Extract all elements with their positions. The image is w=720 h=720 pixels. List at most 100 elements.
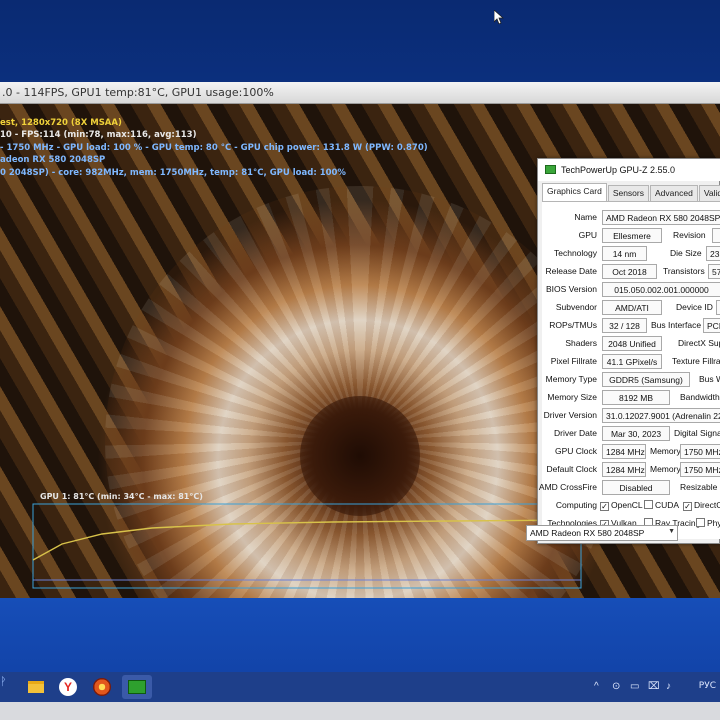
row-computing: Computing ✓OpenCL CUDA ✓DirectComp xyxy=(542,498,720,514)
row-release-date: Release Date Oct 2018 Transistors 57 xyxy=(542,264,720,280)
gpu-clock-value: 1284 MHz xyxy=(602,444,646,459)
osd-gpu-clocks: 0 2048SP) - core: 982MHz, mem: 1750MHz, … xyxy=(0,168,346,178)
fur-donut-center xyxy=(300,396,420,516)
row-driver-version: Driver Version 31.0.12027.9001 (Adrenali… xyxy=(542,408,720,424)
default-memory-value: 1750 MHz xyxy=(680,462,720,477)
temperature-graph-line xyxy=(32,519,582,561)
check-mark-icon: ✓ xyxy=(600,502,609,511)
transistors-label: Transistors xyxy=(663,266,705,276)
driver-date-value: Mar 30, 2023 xyxy=(602,426,670,441)
name-label: Name xyxy=(574,212,597,222)
directcompute-label: DirectComp xyxy=(694,500,720,510)
gpuz-window[interactable]: TechPowerUp GPU-Z 2.55.0 Graphics Card Se… xyxy=(537,158,720,544)
default-clock-value: 1284 MHz xyxy=(602,462,646,477)
directx-support-label: DirectX Sup xyxy=(678,338,720,348)
check-mark-icon: ✓ xyxy=(683,502,692,511)
row-pixel-fillrate: Pixel Fillrate 41.1 GPixel/s Texture Fil… xyxy=(542,354,720,370)
network-icon[interactable]: ⌧ xyxy=(648,681,660,692)
folder-icon xyxy=(28,681,44,693)
gpu-label: GPU xyxy=(578,230,597,240)
mouse-cursor-icon xyxy=(494,10,504,24)
gpuz-icon xyxy=(128,680,146,694)
release-date-value: Oct 2018 xyxy=(602,264,657,279)
row-rops-tmus: ROPs/TMUs 32 / 128 Bus Interface PCIe xyxy=(542,318,720,334)
technology-label: Technology xyxy=(553,248,597,258)
subvendor-value: AMD/ATI xyxy=(602,300,662,315)
language-indicator[interactable]: РУС xyxy=(699,681,716,691)
die-size-value: 23 xyxy=(706,246,720,261)
gpuz-graphics-card-panel: Name AMD Radeon RX 580 2048SP GPU Ellesm… xyxy=(538,201,720,539)
tray-app-icon[interactable]: ⊙ xyxy=(612,681,620,692)
row-memory-type: Memory Type GDDR5 (Samsung) Bus W xyxy=(542,372,720,388)
opencl-label: OpenCL xyxy=(611,500,643,510)
row-name: Name AMD Radeon RX 580 2048SP xyxy=(542,210,720,226)
device-id-value xyxy=(716,300,720,315)
taskbar: ᚹ Y ^ ⊙ ▭ ⌧ ♪ РУС xyxy=(0,672,720,702)
row-shaders: Shaders 2048 Unified DirectX Sup xyxy=(542,336,720,352)
monitor-bezel xyxy=(0,702,720,720)
memory-type-value: GDDR5 (Samsung) xyxy=(602,372,690,387)
taskbar-file-explorer[interactable] xyxy=(24,675,48,699)
gpuz-app-icon xyxy=(545,165,556,174)
gpuz-window-title: TechPowerUp GPU-Z 2.55.0 xyxy=(561,165,676,175)
opencl-checkbox[interactable]: ✓ OpenCL xyxy=(600,500,643,511)
driver-date-label: Driver Date xyxy=(554,428,597,438)
system-tray: ^ ⊙ ▭ ⌧ ♪ РУС xyxy=(590,672,720,702)
die-size-label: Die Size xyxy=(670,248,702,258)
gpu-select-value: AMD Radeon RX 580 2048SP xyxy=(530,528,645,538)
osd-gpu-load-info: - 1750 MHz - GPU load: 100 % - GPU temp:… xyxy=(0,143,428,153)
texture-fillrate-label: Texture Fillrate xyxy=(672,356,720,366)
transistors-value: 57 xyxy=(708,264,720,279)
gpuz-tab-bar: Graphics CardSensorsAdvancedValidation xyxy=(542,183,720,201)
gpu-select-dropdown[interactable]: AMD Radeon RX 580 2048SP ▼ xyxy=(526,525,678,541)
furmark-titlebar[interactable]: .0 - 114FPS, GPU1 temp:81°C, GPU1 usage:… xyxy=(0,82,720,104)
tab-advanced[interactable]: Advanced xyxy=(650,185,698,201)
battery-icon[interactable]: ▭ xyxy=(630,681,639,692)
rops-tmus-label: ROPs/TMUs xyxy=(549,320,597,330)
tab-sensors[interactable]: Sensors xyxy=(607,185,649,201)
start-button[interactable]: ᚹ xyxy=(0,676,14,698)
tab-validation[interactable]: Validation xyxy=(698,185,720,201)
chevron-down-icon: ▼ xyxy=(668,528,675,535)
volume-icon[interactable]: ♪ xyxy=(666,681,671,692)
taskbar-gpuz[interactable] xyxy=(122,675,152,699)
release-date-label: Release Date xyxy=(545,266,597,276)
temperature-graph xyxy=(32,503,582,589)
temperature-graph-frame xyxy=(32,503,582,589)
osd-gpu-name: adeon RX 580 2048SP xyxy=(0,155,106,165)
default-clock-label: Default Clock xyxy=(546,464,597,474)
pixel-fillrate-label: Pixel Fillrate xyxy=(550,356,597,366)
taskbar-furmark[interactable] xyxy=(90,675,114,699)
bios-version-label: BIOS Version xyxy=(545,284,597,294)
row-technology: Technology 14 nm Die Size 23 xyxy=(542,246,720,262)
memory-size-value: 8192 MB xyxy=(602,390,670,405)
tab-graphics-card[interactable]: Graphics Card xyxy=(542,183,607,201)
revision-value xyxy=(712,228,720,243)
physx-checkbox[interactable]: PhysX xyxy=(696,518,720,528)
cuda-checkbox[interactable]: CUDA xyxy=(644,500,679,510)
row-subvendor: Subvendor AMD/ATI Device ID xyxy=(542,300,720,316)
memory-clock-value: 1750 MHz xyxy=(680,444,720,459)
row-crossfire: AMD CrossFire Disabled Resizable BA xyxy=(538,480,720,496)
gpu-value: Ellesmere xyxy=(602,228,662,243)
row-gpu-clock: GPU Clock 1284 MHz Memory 1750 MHz xyxy=(542,444,720,460)
show-hidden-icons-icon[interactable]: ^ xyxy=(594,681,599,692)
default-memory-label: Memory xyxy=(650,464,681,474)
memory-clock-label: Memory xyxy=(650,446,681,456)
osd-test-info: est, 1280x720 (8X MSAA) xyxy=(0,118,122,128)
row-bios-version: BIOS Version 015.050.002.001.000000 xyxy=(542,282,720,298)
gpuz-titlebar[interactable]: TechPowerUp GPU-Z 2.55.0 xyxy=(538,159,720,181)
bandwidth-label: Bandwidth xyxy=(680,392,720,402)
directcompute-checkbox[interactable]: ✓DirectComp xyxy=(683,500,720,511)
cuda-label: CUDA xyxy=(655,500,680,510)
crossfire-label: AMD CrossFire xyxy=(538,482,597,492)
digital-signature-label: Digital Signatur xyxy=(674,428,720,438)
shaders-label: Shaders xyxy=(565,338,597,348)
resizable-bar-label: Resizable BA xyxy=(680,482,720,492)
row-gpu: GPU Ellesmere Revision xyxy=(542,228,720,244)
osd-fps-info: 10 - FPS:114 (min:78, max:116, avg:113) xyxy=(0,130,197,140)
bios-version-value: 015.050.002.001.000000 xyxy=(602,282,720,297)
furmark-window-title: .0 - 114FPS, GPU1 temp:81°C, GPU1 usage:… xyxy=(2,86,274,99)
taskbar-yandex-browser[interactable]: Y xyxy=(56,675,80,699)
bus-interface-value: PCIe xyxy=(703,318,720,333)
